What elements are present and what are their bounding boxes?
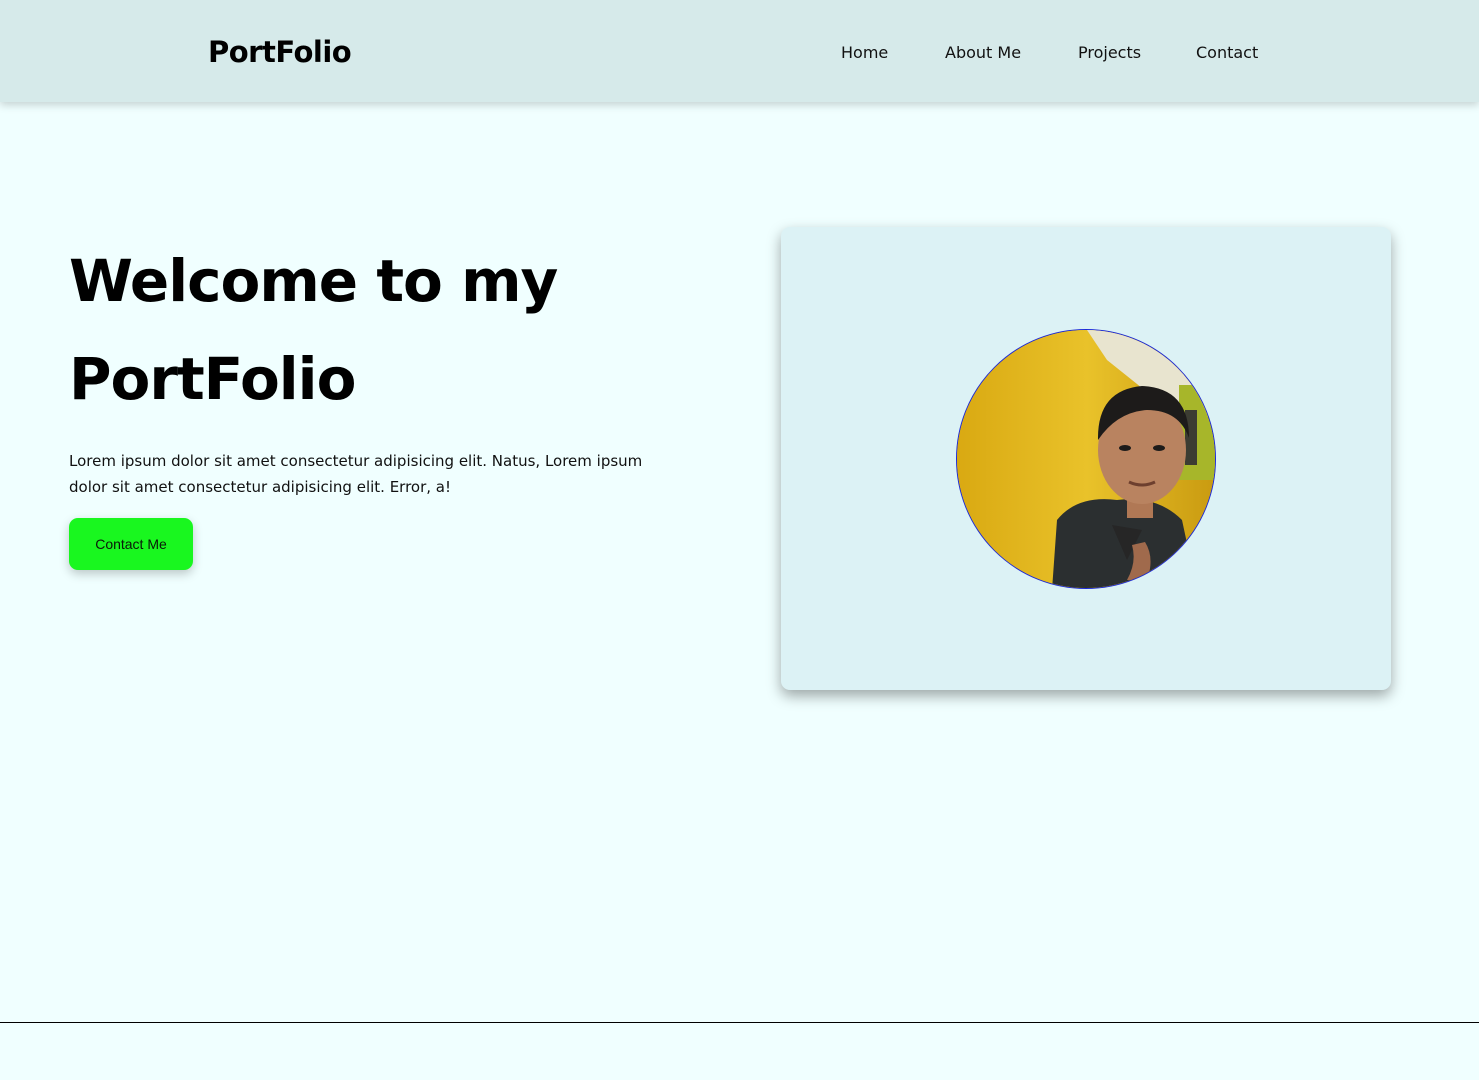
- contact-me-button[interactable]: Contact Me: [69, 518, 193, 570]
- navbar: PortFolio Home About Me Projects Contact: [0, 0, 1479, 102]
- hero-title: Welcome to my PortFolio: [69, 232, 558, 428]
- profile-card: [781, 227, 1391, 690]
- nav-links: Home About Me Projects Contact: [0, 42, 1479, 64]
- nav-link-home[interactable]: Home: [841, 42, 888, 64]
- nav-link-projects[interactable]: Projects: [1078, 42, 1141, 64]
- hero-title-line-1: Welcome to my: [69, 247, 558, 315]
- footer-divider: [0, 1022, 1479, 1023]
- profile-photo-illustration: [957, 330, 1215, 588]
- hero-description: Lorem ipsum dolor sit amet consectetur a…: [69, 452, 643, 496]
- hero-title-line-2: PortFolio: [69, 345, 356, 413]
- nav-link-contact[interactable]: Contact: [1196, 42, 1258, 64]
- profile-photo: [956, 329, 1216, 589]
- nav-link-about-me[interactable]: About Me: [945, 42, 1021, 64]
